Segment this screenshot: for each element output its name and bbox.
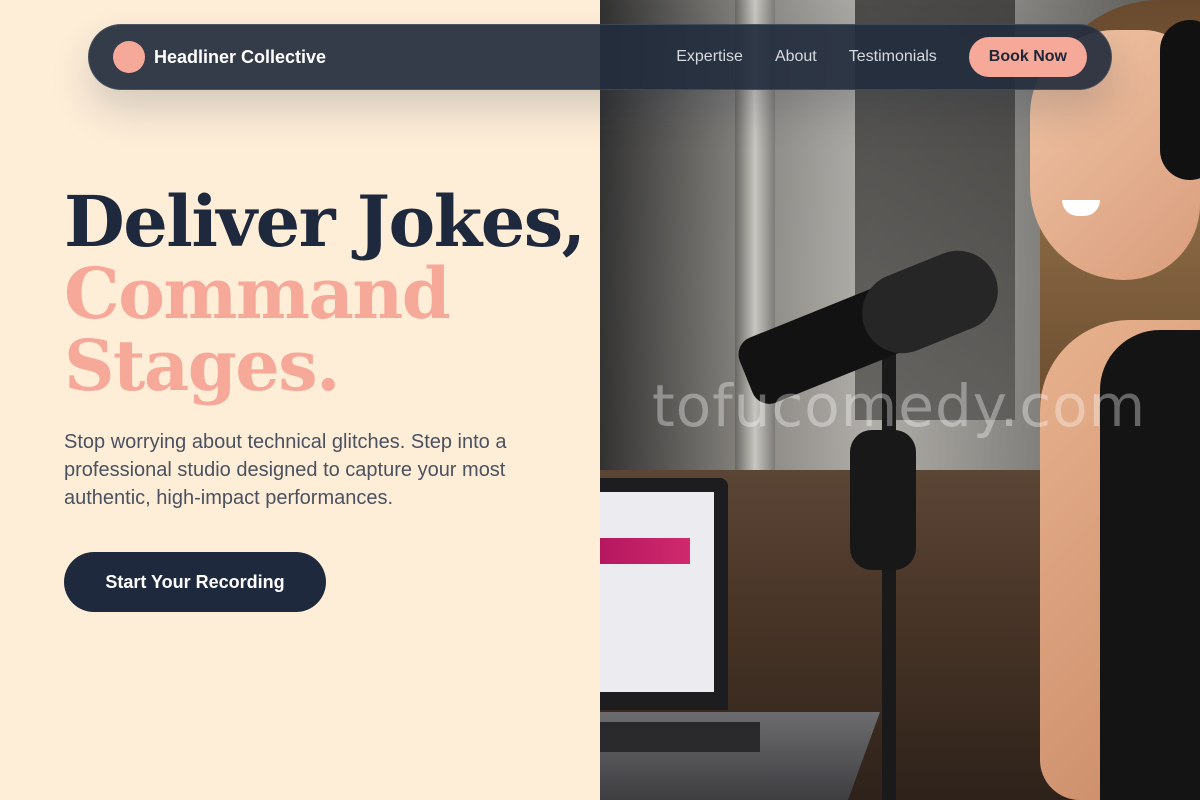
hero-headline: Deliver Jokes, Command Stages.: [64, 180, 586, 407]
hero-subtext: Stop worrying about technical glitches. …: [64, 431, 507, 509]
hero-photo: tofucomedy.com: [600, 0, 1200, 800]
nav-link-testimonials[interactable]: Testimonials: [849, 48, 937, 66]
book-now-button[interactable]: Book Now: [968, 37, 1087, 77]
brand-name[interactable]: Headliner Collective: [154, 47, 326, 68]
laptop-keyboard: [600, 722, 760, 752]
nav-link-expertise[interactable]: Expertise: [676, 48, 743, 66]
start-recording-button[interactable]: Start Your Recording: [64, 552, 326, 612]
headline-line-2: Command: [64, 252, 451, 335]
headline-line-3: Stages.: [64, 324, 341, 407]
brand-logo-icon[interactable]: [113, 41, 145, 73]
headphones: [1160, 20, 1200, 180]
headline-line-1: Deliver Jokes,: [64, 180, 586, 263]
watermark: tofucomedy.com: [652, 372, 1147, 440]
laptop-display: [600, 492, 714, 692]
laptop-display-bar: [600, 538, 690, 564]
mic-shock-mount: [850, 430, 916, 570]
nav-link-about[interactable]: About: [775, 48, 817, 66]
navbar: Headliner Collective Expertise About Tes…: [88, 24, 1112, 90]
nav-links: Expertise About Testimonials Book Now: [676, 37, 1087, 77]
